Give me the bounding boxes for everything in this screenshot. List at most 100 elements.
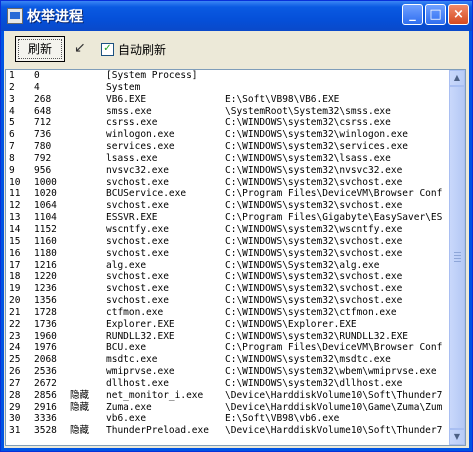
process-index: 31 <box>9 425 21 437</box>
title-bar[interactable]: 枚举进程 _ □ × <box>1 1 472 31</box>
process-path: C:\WINDOWS\system32\svchost.exe <box>225 200 403 212</box>
refresh-button[interactable]: 刷新 <box>15 36 65 62</box>
process-pid: 1000 <box>34 176 57 188</box>
process-name: svchost.exe <box>106 247 169 259</box>
process-path: C:\WINDOWS\system32\services.exe <box>225 141 409 153</box>
process-row[interactable]: 20 1356 svchost.exe C:\WINDOWS\system32\svc… <box>8 295 448 307</box>
process-index: 22 <box>9 318 21 330</box>
process-row[interactable]: 1 0 [System Process] <box>8 70 448 82</box>
process-row[interactable]: 8 792 lsass.exe C:\WINDOWS\system32\lsass.e… <box>8 153 448 165</box>
process-pid: 4 <box>34 81 40 93</box>
process-row[interactable]: 6 736 winlogon.exe C:\WINDOWS\system32\winl… <box>8 129 448 141</box>
process-name: wmiprvse.exe <box>106 366 175 378</box>
process-pid: 712 <box>34 117 52 129</box>
auto-refresh-checkbox[interactable]: ✓ <box>101 43 114 56</box>
process-pid: 268 <box>34 93 52 105</box>
process-index: 20 <box>9 295 21 307</box>
process-pid: 1216 <box>34 259 57 271</box>
process-row[interactable]: 16 1180 svchost.exe C:\WINDOWS\system32\svc… <box>8 248 448 260</box>
process-pid: 2068 <box>34 354 57 366</box>
process-row[interactable]: 7 780 services.exe C:\WINDOWS\system32\serv… <box>8 141 448 153</box>
process-row[interactable]: 29 2916 隐藏 Zuma.exe \Device\HarddiskVolume10… <box>8 402 448 414</box>
scroll-down-button[interactable]: ▼ <box>449 429 465 445</box>
process-row[interactable]: 3 268 VB6.EXE E:\Soft\VB98\VB6.EXE <box>8 94 448 106</box>
process-row[interactable]: 26 2536 wmiprvse.exe C:\WINDOWS\system32\wb… <box>8 366 448 378</box>
process-pid: 1104 <box>34 212 57 224</box>
process-index: 27 <box>9 377 21 389</box>
process-name: wscntfy.exe <box>106 223 169 235</box>
process-index: 6 <box>9 129 15 141</box>
process-row[interactable]: 25 2068 msdtc.exe C:\WINDOWS\system32\msdtc… <box>8 354 448 366</box>
process-row[interactable]: 2 4 System <box>8 82 448 94</box>
process-path: C:\WINDOWS\system32\svchost.exe <box>225 235 403 247</box>
process-pid: 956 <box>34 164 52 176</box>
process-row[interactable]: 23 1960 RUNDLL32.EXE C:\WINDOWS\system32\RU… <box>8 331 448 343</box>
process-name: ThunderPreload.exe <box>106 425 209 437</box>
process-row[interactable]: 27 2672 dllhost.exe C:\WINDOWS\system32\dll… <box>8 378 448 390</box>
process-pid: 1976 <box>34 342 57 354</box>
process-path: C:\Program Files\DeviceVM\Browser Conf <box>225 342 443 354</box>
maximize-button[interactable]: □ <box>425 4 446 25</box>
process-path: E:\Soft\VB98\VB6.EXE <box>225 93 340 105</box>
process-pid: 1236 <box>34 283 57 295</box>
process-hidden-flag: 隐藏 <box>70 389 90 401</box>
process-row[interactable]: 13 1104 ESSVR.EXE C:\Program Files\Gigabyte… <box>8 212 448 224</box>
process-name: Explorer.EXE <box>106 318 175 330</box>
process-row[interactable]: 22 1736 Explorer.EXE C:\WINDOWS\Explorer.EX… <box>8 319 448 331</box>
process-row[interactable]: 10 1000 svchost.exe C:\WINDOWS\system32\svc… <box>8 177 448 189</box>
process-path: C:\WINDOWS\system32\svchost.exe <box>225 283 403 295</box>
process-row[interactable]: 19 1236 svchost.exe C:\WINDOWS\system32\svc… <box>8 283 448 295</box>
process-index: 12 <box>9 200 21 212</box>
process-path: \SystemRoot\System32\smss.exe <box>225 105 391 117</box>
process-path: C:\WINDOWS\system32\nvsvc32.exe <box>225 164 403 176</box>
process-list[interactable]: 1 0 [System Process] 2 4 System 3 268 VB6.EXE E:\… <box>5 69 466 446</box>
process-row[interactable]: 17 1216 alg.exe C:\WINDOWS\System32\alg.exe <box>8 260 448 272</box>
vertical-scrollbar[interactable]: ▲ ▼ <box>449 70 465 445</box>
close-button[interactable]: × <box>448 4 469 25</box>
process-pid: 1220 <box>34 271 57 283</box>
process-index: 14 <box>9 223 21 235</box>
process-index: 16 <box>9 247 21 259</box>
process-row[interactable]: 14 1152 wscntfy.exe C:\WINDOWS\system32\wsc… <box>8 224 448 236</box>
process-name: alg.exe <box>106 259 147 271</box>
process-index: 13 <box>9 212 21 224</box>
process-row[interactable]: 18 1220 svchost.exe C:\WINDOWS\system32\svc… <box>8 271 448 283</box>
process-path: C:\WINDOWS\system32\csrss.exe <box>225 117 391 129</box>
process-index: 30 <box>9 413 21 425</box>
process-name: vb6.exe <box>106 413 147 425</box>
process-path: C:\WINDOWS\Explorer.EXE <box>225 318 357 330</box>
process-index: 25 <box>9 354 21 366</box>
auto-refresh-label[interactable]: 自动刷新 <box>118 41 166 58</box>
scroll-up-button[interactable]: ▲ <box>449 70 465 86</box>
process-index: 26 <box>9 366 21 378</box>
process-row[interactable]: 5 712 csrss.exe C:\WINDOWS\system32\csrss.e… <box>8 117 448 129</box>
process-path: C:\WINDOWS\system32\lsass.exe <box>225 152 391 164</box>
scroll-thumb[interactable] <box>449 86 465 429</box>
process-row[interactable]: 21 1728 ctfmon.exe C:\WINDOWS\system32\ctfm… <box>8 307 448 319</box>
process-pid: 0 <box>34 70 40 81</box>
client-area: 刷新 ↙ ✓ 自动刷新 1 0 [System Process] 2 4 System 3 2… <box>4 31 469 448</box>
process-name: svchost.exe <box>106 295 169 307</box>
process-path: C:\WINDOWS\system32\svchost.exe <box>225 295 403 307</box>
process-hidden-flag: 隐藏 <box>70 425 90 437</box>
process-pid: 1728 <box>34 306 57 318</box>
process-row[interactable]: 4 648 smss.exe \SystemRoot\System32\smss.ex… <box>8 106 448 118</box>
process-row[interactable]: 12 1064 svchost.exe C:\WINDOWS\system32\svc… <box>8 200 448 212</box>
process-name: RUNDLL32.EXE <box>106 330 175 342</box>
process-row[interactable]: 31 3528 隐藏 ThunderPreload.exe \Device\Harddi… <box>8 425 448 437</box>
process-name: dllhost.exe <box>106 377 169 389</box>
process-path: C:\Program Files\Gigabyte\EasySaver\ES <box>225 212 443 224</box>
process-path: C:\WINDOWS\system32\winlogon.exe <box>225 129 409 141</box>
process-row[interactable]: 24 1976 BCU.exe C:\Program Files\DeviceVM\B… <box>8 342 448 354</box>
minimize-button[interactable]: _ <box>402 4 423 25</box>
process-index: 11 <box>9 188 21 200</box>
process-path: C:\WINDOWS\system32\svchost.exe <box>225 176 403 188</box>
process-row[interactable]: 30 3336 vb6.exe E:\Soft\VB98\vb6.exe <box>8 413 448 425</box>
process-rows: 1 0 [System Process] 2 4 System 3 268 VB6.EXE E:\… <box>8 70 448 437</box>
process-path: C:\WINDOWS\system32\dllhost.exe <box>225 377 403 389</box>
process-row[interactable]: 9 956 nvsvc32.exe C:\WINDOWS\system32\nvsvc… <box>8 165 448 177</box>
process-row[interactable]: 11 1020 BCUService.exe C:\Program Files\Dev… <box>8 188 448 200</box>
process-row[interactable]: 28 2856 隐藏 net_monitor_i.exe \Device\Harddis… <box>8 390 448 402</box>
process-row[interactable]: 15 1160 svchost.exe C:\WINDOWS\system32\svc… <box>8 236 448 248</box>
process-path: \Device\HarddiskVolume10\Soft\Thunder7 <box>225 425 443 437</box>
